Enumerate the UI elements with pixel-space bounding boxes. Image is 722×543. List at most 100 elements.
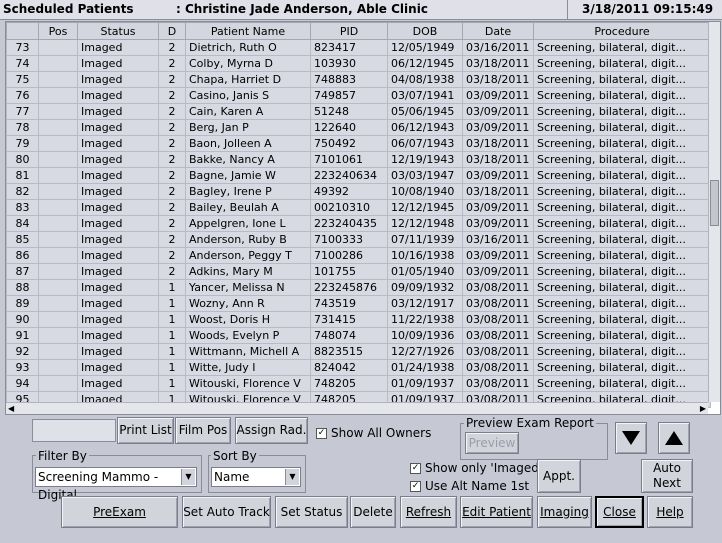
table-cell — [38, 55, 78, 72]
table-cell: 93 — [6, 359, 39, 376]
horizontal-scrollbar[interactable]: ◀ ▶ — [6, 402, 708, 414]
table-row[interactable]: 94 Imaged 1 Witouski, Florence V 748205 01/09… — [6, 375, 711, 392]
move-up-button[interactable] — [658, 422, 690, 454]
table-row[interactable]: 75 Imaged 2 Chapa, Harriet D 748883 04/08/193… — [6, 71, 711, 88]
sort-by-select[interactable]: Name ▼ — [211, 467, 301, 487]
close-button[interactable]: Close — [595, 496, 644, 528]
table-cell: 7101061 — [310, 151, 388, 168]
scroll-left-icon[interactable]: ◀ — [8, 403, 14, 414]
table-row[interactable]: 81 Imaged 2 Bagne, Jamie W 223240634 03/03/19… — [6, 167, 711, 184]
table-row[interactable]: 87 Imaged 2 Adkins, Mary M 101755 01/05/1940 0… — [6, 263, 711, 280]
table-cell: 2 — [158, 55, 186, 72]
table-row[interactable]: 85 Imaged 2 Anderson, Ruby B 7100333 07/11/19… — [6, 231, 711, 248]
show-only-imaged-checkbox[interactable]: ✓ Show only 'Imaged' — [410, 461, 542, 475]
patient-grid[interactable]: Pos Status D Patient Name PID DOB Date Procedur… — [5, 21, 721, 415]
table-row[interactable]: 86 Imaged 2 Anderson, Peggy T 7100286 10/16/1… — [6, 247, 711, 264]
table-cell: Screening, bilateral, digit... — [533, 199, 711, 216]
vertical-scrollbar[interactable] — [708, 22, 720, 402]
assign-rad-button[interactable]: Assign Rad. — [235, 417, 308, 444]
table-row[interactable]: 76 Imaged 2 Casino, Janis S 749857 03/07/1941… — [6, 87, 711, 104]
table-cell: 03/07/1941 — [387, 87, 463, 104]
auto-next-button[interactable]: Auto Next — [641, 459, 693, 493]
table-row[interactable]: 88 Imaged 1 Yancer, Melissa N 223245876 09/09… — [6, 279, 711, 296]
search-input[interactable] — [32, 419, 116, 442]
set-status-button[interactable]: Set Status — [275, 496, 348, 528]
table-cell — [38, 183, 78, 200]
table-row[interactable]: 83 Imaged 2 Bailey, Beulah A 00210310 12/12/1… — [6, 199, 711, 216]
help-button[interactable]: Help — [647, 496, 693, 528]
imaging-button[interactable]: Imaging — [537, 496, 592, 528]
table-cell: Imaged — [77, 119, 159, 136]
table-cell: 83 — [6, 199, 39, 216]
patient-table: Pos Status D Patient Name PID DOB Date Procedur… — [6, 22, 711, 408]
table-cell: 03/08/2011 — [462, 359, 534, 376]
column-header[interactable]: Patient Name — [185, 22, 311, 40]
show-all-owners-checkbox[interactable]: ✓ Show All Owners — [316, 426, 431, 440]
table-cell: Imaged — [77, 263, 159, 280]
column-header[interactable]: Procedure — [533, 22, 711, 40]
table-cell: 03/09/2011 — [462, 119, 534, 136]
table-cell: Imaged — [77, 167, 159, 184]
table-row[interactable]: 91 Imaged 1 Woods, Evelyn P 748074 10/09/1936… — [6, 327, 711, 344]
vertical-scroll-thumb[interactable] — [710, 180, 719, 226]
column-header[interactable]: PID — [310, 22, 388, 40]
table-cell: 82 — [6, 183, 39, 200]
table-row[interactable]: 77 Imaged 2 Cain, Karen A 51248 05/06/1945 03/… — [6, 103, 711, 120]
column-header[interactable]: DOB — [387, 22, 463, 40]
table-cell: 03/18/2011 — [462, 183, 534, 200]
delete-button[interactable]: Delete — [350, 496, 396, 528]
table-cell: Dietrich, Ruth O — [185, 39, 311, 56]
table-cell — [38, 39, 78, 56]
set-auto-track-button[interactable]: Set Auto Track — [182, 496, 271, 528]
edit-patient-button[interactable]: Edit Patient — [460, 496, 533, 528]
table-row[interactable]: 79 Imaged 2 Baon, Jolleen A 750492 06/07/1943… — [6, 135, 711, 152]
table-cell: 49392 — [310, 183, 388, 200]
scroll-right-icon[interactable]: ▶ — [700, 403, 706, 414]
table-row[interactable]: 73 Imaged 2 Dietrich, Ruth O 823417 12/05/194… — [6, 39, 711, 56]
table-row[interactable]: 74 Imaged 2 Colby, Myrna D 103930 06/12/1945 0… — [6, 55, 711, 72]
table-cell: 2 — [158, 135, 186, 152]
table-cell: 03/08/2011 — [462, 279, 534, 296]
table-cell: 03/09/2011 — [462, 215, 534, 232]
print-list-button[interactable]: Print List — [117, 417, 174, 444]
table-cell: 11/22/1938 — [387, 311, 463, 328]
filter-by-select[interactable]: Screening Mammo - Digital ▼ — [35, 467, 197, 502]
table-cell: 12/27/1926 — [387, 343, 463, 360]
table-cell: 03/08/2011 — [462, 343, 534, 360]
column-header[interactable]: Status — [77, 22, 159, 40]
table-row[interactable]: 89 Imaged 1 Wozny, Ann R 743519 03/12/1917 03/… — [6, 295, 711, 312]
table-cell: Bagne, Jamie W — [185, 167, 311, 184]
table-row[interactable]: 92 Imaged 1 Wittmann, Michell A 8823515 12/27… — [6, 343, 711, 360]
table-cell — [38, 295, 78, 312]
column-header[interactable] — [6, 22, 39, 40]
refresh-button[interactable]: Refresh — [400, 496, 457, 528]
table-cell: 03/08/2011 — [462, 311, 534, 328]
film-pos-button[interactable]: Film Pos — [175, 417, 231, 444]
preexam-button[interactable]: PreExam — [61, 496, 178, 528]
appt-button[interactable]: Appt. — [537, 459, 581, 493]
table-cell: 03/08/2011 — [462, 327, 534, 344]
column-header[interactable]: Date — [462, 22, 534, 40]
table-row[interactable]: 82 Imaged 2 Bagley, Irene P 49392 10/08/1940 0… — [6, 183, 711, 200]
table-cell — [38, 343, 78, 360]
table-row[interactable]: 84 Imaged 2 Appelgren, Ione L 223240435 12/12… — [6, 215, 711, 232]
table-row[interactable]: 90 Imaged 1 Woost, Doris H 731415 11/22/1938 0… — [6, 311, 711, 328]
table-cell: Woost, Doris H — [185, 311, 311, 328]
table-cell: Casino, Janis S — [185, 87, 311, 104]
table-cell: Wittmann, Michell A — [185, 343, 311, 360]
table-row[interactable]: 93 Imaged 1 Witte, Judy I 824042 01/24/1938 03… — [6, 359, 711, 376]
table-cell: 88 — [6, 279, 39, 296]
table-cell: 2 — [158, 103, 186, 120]
table-row[interactable]: 78 Imaged 2 Berg, Jan P 122640 06/12/1943 03/0… — [6, 119, 711, 136]
table-cell: Anderson, Ruby B — [185, 231, 311, 248]
chevron-down-icon: ▼ — [181, 469, 195, 485]
move-down-button[interactable] — [615, 422, 647, 454]
table-cell — [38, 279, 78, 296]
table-row[interactable]: 80 Imaged 2 Bakke, Nancy A 7101061 12/19/1943… — [6, 151, 711, 168]
table-cell: Appelgren, Ione L — [185, 215, 311, 232]
preview-button[interactable]: Preview — [465, 432, 519, 454]
table-cell: Imaged — [77, 183, 159, 200]
column-header[interactable]: Pos — [38, 22, 78, 40]
column-header[interactable]: D — [158, 22, 186, 40]
use-alt-name-checkbox[interactable]: ✓ Use Alt Name 1st — [410, 479, 529, 493]
